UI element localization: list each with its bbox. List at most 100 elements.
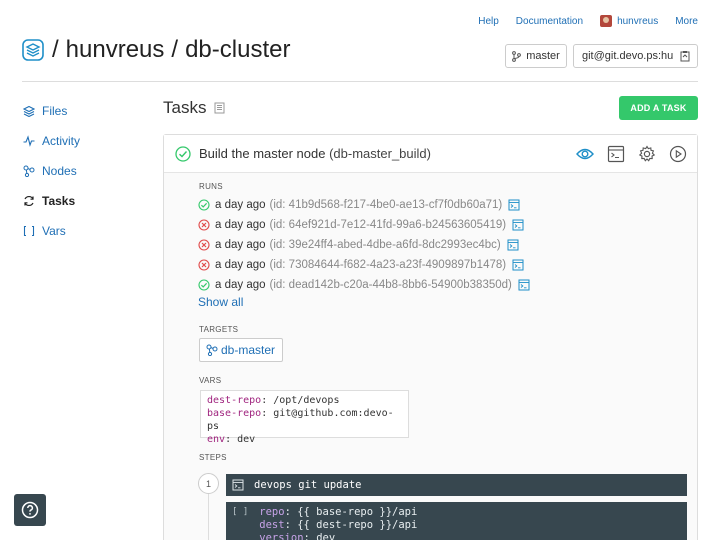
page-title: Tasks — [163, 98, 225, 118]
step-connector — [208, 494, 209, 540]
check-circle-icon — [175, 145, 191, 162]
copy-icon[interactable] — [674, 45, 696, 67]
branch-selector[interactable]: master — [505, 44, 567, 68]
task-id: (db-master_build) — [329, 146, 431, 161]
run-time[interactable]: a day ago — [215, 219, 266, 231]
show-all-link[interactable]: Show all — [198, 295, 243, 309]
var-line: base-repo: git@github.com:devo-ps — [207, 408, 394, 432]
success-icon — [198, 279, 210, 291]
nodes-icon — [22, 165, 36, 177]
documentation-link[interactable]: Documentation — [516, 16, 583, 27]
terminal-icon[interactable] — [512, 219, 524, 231]
task-actions — [564, 144, 688, 164]
terminal-icon[interactable] — [508, 199, 520, 211]
sidebar-item-label: Tasks — [42, 194, 76, 208]
help-link[interactable]: Help — [478, 16, 499, 27]
branch-label: master — [526, 50, 560, 62]
sidebar-item-tasks[interactable]: Tasks — [22, 186, 142, 216]
var-line: env: dev — [207, 434, 256, 445]
sync-icon — [22, 195, 36, 207]
title-separator: / — [171, 36, 179, 63]
run-row: a day ago (id: 41b9d568-f217-4be0-ae13-c… — [198, 195, 530, 215]
run-time[interactable]: a day ago — [215, 279, 266, 291]
gear-icon[interactable] — [637, 144, 657, 164]
clone-url[interactable]: git@git.devo.ps:hunvreus/db-cluster.git — [574, 50, 674, 62]
sidebar-item-files[interactable]: Files — [22, 96, 142, 126]
vars-block: dest-repo: /opt/devops base-repo: git@gi… — [200, 390, 409, 445]
param-key: version — [259, 532, 304, 540]
target-badge[interactable]: db-master — [199, 338, 283, 362]
targets-label: TARGETS — [199, 325, 239, 334]
run-id: (id: 73084644-f682-4a23-a23f-4909897b147… — [269, 259, 507, 271]
failed-icon — [198, 259, 210, 271]
brackets-icon: [ ] — [232, 507, 249, 517]
terminal-icon — [232, 479, 244, 491]
step-command: devops git update — [254, 479, 362, 491]
run-row: a day ago (id: 39e24ff4-abed-4dbe-a6fd-8… — [198, 235, 530, 255]
step-header: devops git update — [226, 474, 687, 496]
var-key: dest-repo — [207, 395, 262, 406]
title-separator: / — [52, 36, 59, 63]
step-param: repo: {{ base-repo }}/api — [259, 506, 418, 518]
question-icon — [21, 501, 39, 519]
target-name: db-master — [221, 343, 276, 357]
more-link[interactable]: More — [675, 16, 698, 27]
param-key: repo — [259, 506, 285, 518]
help-button[interactable] — [14, 494, 46, 526]
pulse-icon — [22, 135, 36, 147]
run-time[interactable]: a day ago — [215, 199, 266, 211]
sidebar-item-activity[interactable]: Activity — [22, 126, 142, 156]
avatar — [600, 15, 613, 27]
task-panel: Build the master node (db-master_build) … — [163, 134, 698, 540]
step-param: dest: {{ dest-repo }}/api — [259, 519, 418, 531]
var-line: dest-repo: /opt/devops — [207, 395, 340, 406]
task-title: Build the master node (db-master_build) — [199, 146, 431, 161]
nodes-icon — [206, 344, 218, 356]
page-title-text: Tasks — [163, 98, 207, 117]
step-params: [ ] repo: {{ base-repo }}/api dest: {{ d… — [226, 502, 687, 540]
sidebar-item-nodes[interactable]: Nodes — [22, 156, 142, 186]
repo-owner[interactable]: hunvreus — [66, 36, 165, 64]
run-id: (id: 41b9d568-f217-4be0-ae13-cf7f0db60a7… — [269, 199, 503, 211]
stack-icon — [22, 105, 36, 117]
sidebar-item-label: Activity — [42, 134, 81, 148]
task-name: Build the master node — [199, 146, 326, 161]
sidebar-item-vars[interactable]: Vars — [22, 216, 142, 246]
terminal-icon[interactable] — [507, 239, 519, 251]
runs-list: a day ago (id: 41b9d568-f217-4be0-ae13-c… — [198, 195, 530, 295]
terminal-icon[interactable] — [518, 279, 530, 291]
stack-logo-icon — [22, 39, 44, 61]
steps-label: STEPS — [199, 453, 227, 462]
top-nav: Help Documentation hunvreus More — [461, 15, 698, 27]
sidebar-item-label: Files — [42, 104, 68, 118]
run-time[interactable]: a day ago — [215, 259, 266, 271]
run-row: a day ago (id: 73084644-f682-4a23-a23f-4… — [198, 255, 530, 275]
branch-icon — [512, 50, 522, 62]
vars-label: VARS — [199, 376, 222, 385]
terminal-icon[interactable] — [606, 144, 626, 164]
param-value: {{ dest-repo }}/api — [297, 519, 418, 531]
add-task-button[interactable]: ADD A TASK — [619, 96, 698, 120]
header-divider — [22, 81, 698, 82]
runs-label: RUNS — [199, 182, 223, 191]
step-number: 1 — [198, 473, 219, 494]
run-time[interactable]: a day ago — [215, 239, 266, 251]
task-header: Build the master node (db-master_build) — [164, 135, 697, 173]
run-id: (id: 64ef921d-7e12-41fd-99a6-b2456360541… — [269, 219, 507, 231]
sidebar: Files Activity Nodes Tasks Vars — [22, 96, 142, 246]
terminal-icon[interactable] — [512, 259, 524, 271]
eye-icon[interactable] — [575, 144, 595, 164]
failed-icon — [198, 219, 210, 231]
run-id: (id: dead142b-c20a-44b8-8bb6-54900b38350… — [269, 279, 512, 291]
param-value: dev — [316, 532, 336, 540]
var-key: env — [207, 434, 226, 445]
run-row: a day ago (id: 64ef921d-7e12-41fd-99a6-b… — [198, 215, 530, 235]
play-icon[interactable] — [668, 144, 688, 164]
user-menu[interactable]: hunvreus — [600, 15, 658, 27]
repo-name[interactable]: db-cluster — [185, 36, 290, 64]
step-param: version: dev — [259, 532, 417, 540]
var-value: dev — [237, 434, 256, 445]
book-icon[interactable] — [214, 102, 225, 114]
brackets-icon — [22, 225, 36, 237]
clone-url-field[interactable]: git@git.devo.ps:hunvreus/db-cluster.git — [573, 44, 698, 68]
